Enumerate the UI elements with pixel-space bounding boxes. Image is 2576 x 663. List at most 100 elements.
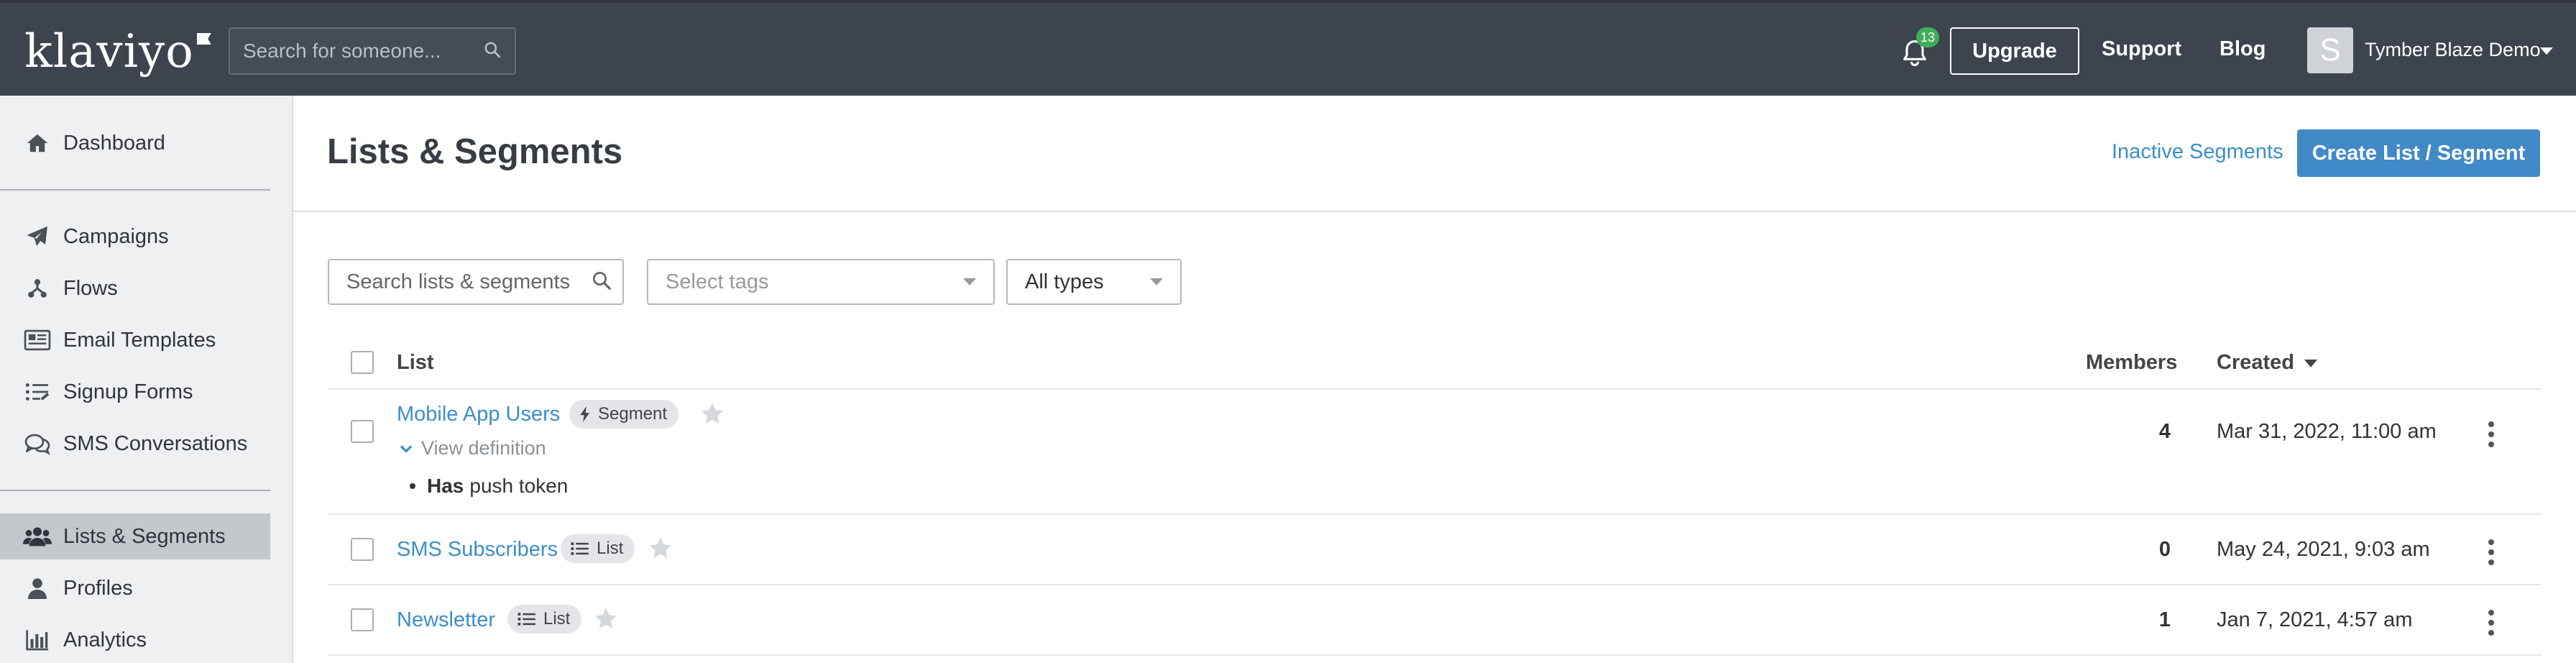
home-icon [23, 130, 52, 156]
star-icon[interactable] [648, 536, 673, 563]
logo-flag-icon [196, 33, 211, 45]
table-header-divider [328, 388, 2542, 390]
members-count: 0 [2158, 538, 2171, 561]
row-actions-menu-icon[interactable] [2484, 420, 2498, 449]
sidebar-item-label: Analytics [63, 628, 147, 651]
row-divider [328, 513, 2542, 515]
top-navigation-bar: klaviyo 13 Upgrade Support Blog S Tymber… [0, 0, 2576, 96]
email-template-icon [23, 327, 52, 353]
signup-forms-icon [23, 379, 52, 405]
lists-search [328, 259, 624, 305]
support-link[interactable]: Support [2102, 37, 2181, 61]
search-icon[interactable] [591, 270, 612, 295]
account-name[interactable]: Tymber Blaze Demo [2365, 39, 2541, 61]
sidebar-item-label: Dashboard [63, 131, 165, 155]
bar-chart-icon [23, 627, 52, 653]
global-search-input[interactable] [243, 40, 473, 63]
definition-keyword: Has [427, 475, 464, 497]
chevron-down-icon [400, 437, 413, 459]
row-actions-menu-icon[interactable] [2484, 608, 2498, 637]
type-badge: List [507, 605, 582, 634]
list-name-link[interactable]: Mobile App Users [397, 403, 560, 426]
row-checkbox[interactable] [351, 420, 374, 443]
tags-select[interactable]: Select tags [647, 259, 995, 305]
chat-bubbles-icon [23, 431, 52, 457]
create-list-segment-button[interactable]: Create List / Segment [2297, 129, 2540, 177]
definition-text: push token [469, 475, 569, 497]
created-date: May 24, 2021, 9:03 am [2217, 538, 2430, 561]
sidebar-item-sms-conversations[interactable]: SMS Conversations [0, 421, 270, 467]
types-select-value: All types [1025, 270, 1104, 293]
tags-select-placeholder: Select tags [666, 270, 769, 293]
list-name-link[interactable]: Newsletter [397, 608, 495, 632]
row-checkbox[interactable] [351, 538, 374, 561]
types-select[interactable]: All types [1006, 259, 1182, 305]
sidebar-divider [0, 189, 270, 191]
chevron-down-icon [1150, 278, 1163, 285]
sidebar-item-label: Profiles [63, 576, 133, 600]
sidebar-item-label: Campaigns [63, 224, 169, 248]
type-badge: List [561, 534, 635, 563]
row-checkbox[interactable] [351, 608, 374, 631]
type-badge-label: List [597, 539, 624, 558]
column-header-list: List [397, 351, 434, 374]
sidebar-item-label: Flows [63, 276, 118, 300]
user-icon [23, 575, 52, 601]
created-date: Mar 31, 2022, 11:00 am [2217, 420, 2437, 443]
flows-icon [23, 275, 52, 301]
list-name-link[interactable]: SMS Subscribers [397, 538, 558, 562]
bullet [410, 483, 415, 489]
logo-wordmark: klaviyo [24, 25, 194, 78]
sidebar-divider [0, 490, 270, 491]
view-definition-label: View definition [421, 437, 546, 459]
page-header: Lists & Segments Inactive Segments Creat… [293, 96, 2576, 212]
notification-count-badge: 13 [1916, 27, 1939, 47]
sort-descending-icon [2304, 359, 2317, 367]
users-icon [23, 523, 52, 549]
sidebar-item-analytics[interactable]: Analytics [0, 617, 270, 663]
sidebar-item-lists-segments[interactable]: Lists & Segments [0, 513, 270, 559]
sidebar: Dashboard Campaigns Flows Email Template… [0, 96, 293, 663]
row-divider [328, 584, 2542, 585]
select-all-checkbox[interactable] [351, 351, 374, 374]
sidebar-item-label: Lists & Segments [63, 524, 226, 548]
column-header-created-label: Created [2217, 351, 2294, 374]
row-actions-menu-icon[interactable] [2484, 538, 2498, 567]
sidebar-item-campaigns[interactable]: Campaigns [0, 214, 270, 260]
sidebar-item-flows[interactable]: Flows [0, 265, 270, 311]
upgrade-button[interactable]: Upgrade [1950, 27, 2079, 75]
list-icon [518, 612, 536, 626]
paper-plane-icon [23, 224, 52, 250]
page-title: Lists & Segments [327, 132, 623, 171]
global-search [229, 27, 516, 75]
blog-link[interactable]: Blog [2220, 37, 2266, 61]
chevron-down-icon [963, 278, 976, 285]
klaviyo-logo[interactable]: klaviyo [24, 24, 211, 79]
list-icon [571, 541, 589, 556]
avatar[interactable]: S [2307, 27, 2353, 73]
sidebar-item-label: Email Templates [63, 328, 216, 352]
sidebar-item-dashboard[interactable]: Dashboard [0, 120, 270, 166]
members-count: 4 [2158, 420, 2171, 443]
star-icon[interactable] [594, 607, 618, 634]
lightning-icon [579, 406, 591, 422]
type-badge: Segment [569, 400, 679, 429]
sidebar-item-profiles[interactable]: Profiles [0, 565, 270, 611]
inactive-segments-link[interactable]: Inactive Segments [2112, 140, 2283, 164]
created-date: Jan 7, 2021, 4:57 am [2217, 608, 2413, 631]
star-icon[interactable] [700, 402, 724, 429]
sidebar-item-label: SMS Conversations [63, 431, 248, 455]
lists-search-input[interactable] [346, 270, 591, 294]
row-divider [328, 654, 2542, 656]
search-icon[interactable] [483, 40, 502, 63]
type-badge-label: List [543, 609, 571, 628]
chevron-down-icon[interactable] [2540, 47, 2553, 55]
view-definition-toggle[interactable]: View definition [400, 437, 546, 459]
sidebar-item-email-templates[interactable]: Email Templates [0, 317, 270, 363]
definition-condition: Has push token [410, 475, 568, 498]
type-badge-label: Segment [598, 404, 668, 424]
column-header-created[interactable]: Created [2217, 351, 2317, 375]
sidebar-item-signup-forms[interactable]: Signup Forms [0, 369, 270, 415]
sidebar-item-label: Signup Forms [63, 380, 193, 403]
members-count: 1 [2158, 608, 2171, 631]
